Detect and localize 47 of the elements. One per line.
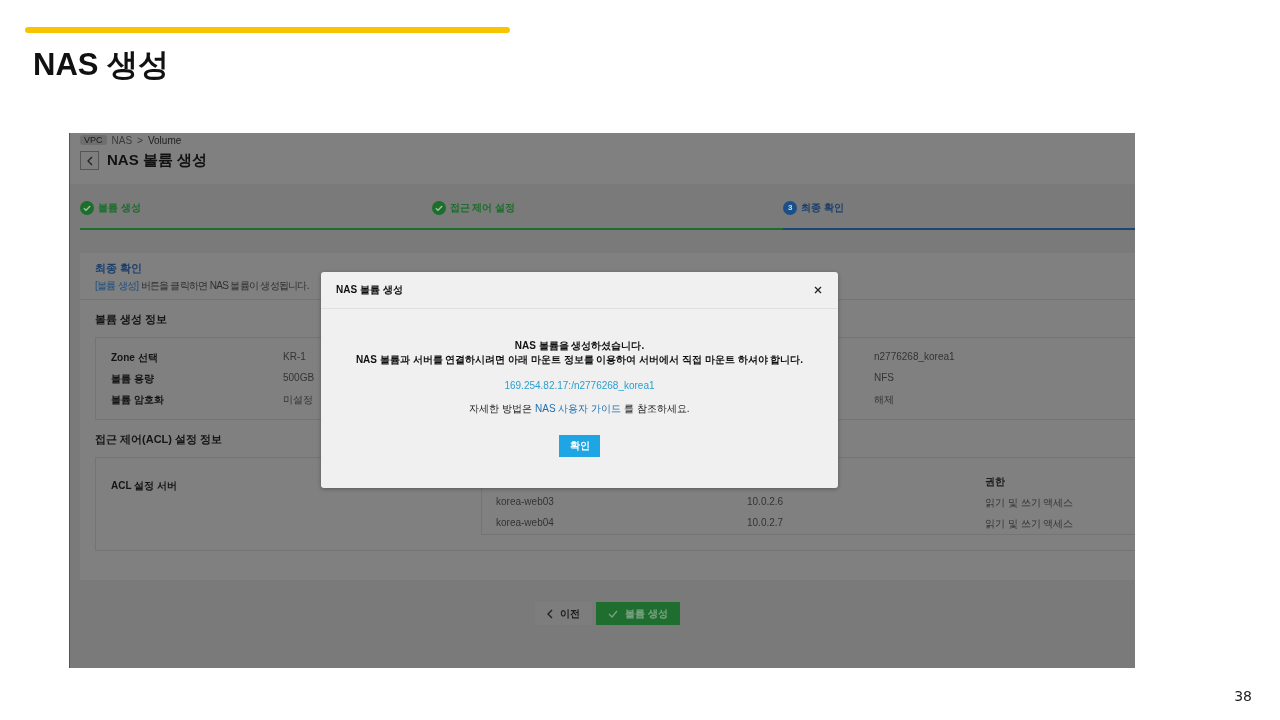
- confirm-button[interactable]: 확인: [559, 435, 600, 457]
- mount-path-link[interactable]: 169.254.82.17:/n2776268_korea1: [504, 380, 655, 391]
- close-icon: [814, 286, 822, 294]
- table-cell: korea-web03: [496, 496, 554, 507]
- check-icon: [608, 609, 619, 618]
- breadcrumb-separator: >: [137, 134, 143, 146]
- create-button[interactable]: 볼륨 생성: [596, 602, 680, 625]
- table-cell: 10.0.2.7: [747, 517, 784, 528]
- field-value: NFS: [874, 372, 894, 383]
- table-cell: korea-web04: [496, 517, 554, 528]
- breadcrumb-badge: VPC: [80, 135, 107, 145]
- column-header: 권한: [985, 475, 1005, 489]
- field-value: n2776268_korea1: [874, 351, 955, 362]
- message-text: NAS 볼륨과 서버를 연결하시려면 아래 마운트 정보를 이용하여 서버에서 직접 마운트 하셔야 합니다.: [355, 353, 804, 367]
- check-circle-icon: [431, 200, 446, 215]
- back-button[interactable]: [80, 151, 99, 170]
- breadcrumb-link[interactable]: Volume: [147, 134, 182, 146]
- field-value: 500GB: [283, 372, 315, 383]
- section-title: 최종 확인: [95, 261, 143, 276]
- breadcrumb-link[interactable]: NAS: [111, 134, 133, 146]
- message-text: NAS 볼륨을 생성하셨습니다.: [513, 339, 646, 353]
- field-label: ACL 설정 서버: [111, 479, 178, 493]
- chevron-left-icon: [86, 155, 93, 166]
- chevron-left-icon: [547, 608, 554, 619]
- step-label: 볼륨 생성: [98, 200, 141, 215]
- section-title: 볼륨 생성 정보: [95, 312, 168, 327]
- step-label: 최종 확인: [801, 200, 845, 215]
- step-label: 접근 제어 설정: [449, 200, 516, 215]
- page-title: NAS 볼륨 생성: [107, 151, 207, 170]
- field-value: 미설정: [283, 393, 313, 407]
- field-label: 볼륨 암호화: [111, 393, 164, 407]
- check-circle-icon: [80, 200, 94, 215]
- table-cell: 읽기 및 쓰기 액세스: [985, 517, 1074, 531]
- step-number: 3: [783, 200, 798, 215]
- description-text: [볼륨 생성] 버튼을 클릭하면 NAS 볼륨이 생성됩니다.: [95, 279, 309, 293]
- table-cell: 10.0.2.6: [747, 496, 784, 507]
- field-label: Zone 선택: [111, 351, 158, 365]
- field-label: 볼륨 용량: [111, 372, 154, 386]
- slide-title: NAS 생성: [33, 46, 171, 84]
- section-title: 접근 제어(ACL) 설정 정보: [95, 432, 223, 447]
- guide-link[interactable]: NAS 사용자 가이드: [535, 403, 622, 414]
- field-value: 해제: [874, 393, 894, 407]
- guide-text: 자세한 방법은 NAS 사용자 가이드 를 참조하세요.: [469, 402, 690, 416]
- field-value: KR-1: [283, 351, 306, 362]
- table-cell: 읽기 및 쓰기 액세스: [985, 496, 1074, 510]
- dialog-title: NAS 볼륨 생성: [336, 283, 403, 297]
- page-number: 38: [1234, 688, 1252, 704]
